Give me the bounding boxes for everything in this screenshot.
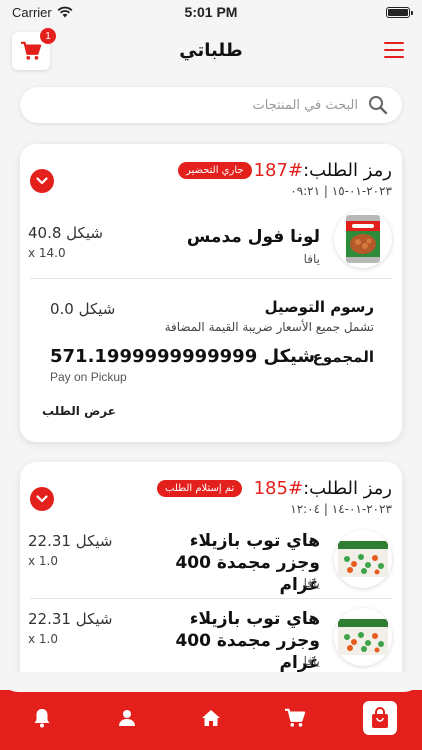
search-input[interactable]	[34, 97, 368, 113]
nav-profile[interactable]	[110, 701, 144, 735]
product-price: 22.31 شيكل	[28, 532, 113, 550]
frozen-veg-bag-icon	[338, 619, 388, 655]
payment-method: Pay on Pickup	[50, 370, 127, 384]
order-code: رمز الطلب:#185	[254, 478, 392, 499]
expand-order-button[interactable]	[30, 169, 54, 193]
product-price: 22.31 شيكل	[28, 610, 113, 628]
product-image	[334, 608, 392, 666]
product-name: لونا فول مدمس	[186, 227, 320, 247]
order-number: #185	[253, 478, 304, 499]
order-date: ٢٠٢٣-٠١-١٥ | ٠٩:٢١	[290, 184, 392, 198]
product-origin: يافا	[303, 654, 320, 668]
total-value: 571.1999999999999 شيكل	[50, 346, 316, 367]
nav-cart[interactable]	[278, 701, 312, 735]
order-date: ٢٠٢٣-٠١-١٤ | ١٢:٠٤	[290, 502, 392, 516]
divider	[30, 278, 392, 279]
cart-icon	[285, 708, 306, 727]
expand-order-button[interactable]	[30, 487, 54, 511]
order-code-label: رمز الطلب:	[303, 478, 392, 499]
shopping-bag-icon	[371, 707, 388, 728]
status-bar: Carrier 5:01 PM	[0, 0, 422, 24]
menu-icon[interactable]	[384, 42, 404, 58]
bottom-nav	[0, 690, 422, 750]
delivery-fee-value: 0.0 شيكل	[50, 300, 116, 318]
order-status-badge: جاري التحضير	[178, 162, 252, 179]
product-image	[334, 210, 392, 268]
product-quantity: x 14.0	[28, 246, 66, 260]
user-icon	[118, 710, 135, 726]
order-code-label: رمز الطلب:	[303, 160, 392, 181]
order-card: رمز الطلب:#187 ٢٠٢٣-٠١-١٥ | ٠٩:٢١ جاري ا…	[20, 144, 402, 442]
page-title: طلباتي	[179, 40, 243, 61]
product-origin: يافا	[303, 576, 320, 590]
order-code: رمز الطلب:#187	[254, 160, 392, 181]
product-quantity: x 1.0	[28, 632, 58, 646]
content-bottom-edge	[0, 672, 422, 692]
product-image	[334, 530, 392, 588]
order-item[interactable]: لونا فول مدمس يافا 40.8 شيكل x 14.0	[20, 206, 402, 274]
nav-orders[interactable]	[362, 701, 397, 735]
clock: 5:01 PM	[184, 4, 238, 20]
can-image-icon	[346, 215, 380, 263]
frozen-veg-bag-icon	[338, 541, 388, 577]
bell-icon	[34, 709, 50, 728]
home-icon	[201, 710, 220, 726]
product-price: 40.8 شيكل	[28, 224, 103, 242]
order-card: رمز الطلب:#185 ٢٠٢٣-٠١-١٤ | ١٢:٠٤ تم إست…	[20, 462, 402, 702]
search-bar	[20, 87, 402, 123]
total-label: المجموع	[312, 348, 374, 366]
chevron-down-icon	[36, 495, 48, 503]
battery-icon	[386, 6, 413, 18]
delivery-fee-label: رسوم التوصيل	[264, 298, 374, 316]
product-name: هاي توب بازيلاء وجزر مجمدة 400 غرام	[175, 531, 320, 595]
product-quantity: x 1.0	[28, 554, 58, 568]
order-item[interactable]: هاي توب بازيلاء وجزر مجمدة 400 غرام يافا…	[20, 526, 402, 595]
app-header: 1 طلباتي	[0, 28, 422, 72]
order-item[interactable]: هاي توب بازيلاء وجزر مجمدة 400 غرام يافا…	[20, 604, 402, 673]
nav-home[interactable]	[194, 701, 228, 735]
product-origin: يافا	[303, 252, 320, 266]
view-order-link[interactable]: عرض الطلب	[42, 404, 116, 418]
divider	[30, 598, 392, 599]
search-icon	[369, 96, 388, 115]
chevron-down-icon	[36, 177, 48, 185]
product-name: هاي توب بازيلاء وجزر مجمدة 400 غرام	[175, 609, 320, 673]
order-status-badge: تم إستلام الطلب	[157, 480, 243, 497]
order-number: #187	[253, 160, 304, 181]
vat-note: تشمل جميع الأسعار ضريبة القيمة المضافة	[164, 320, 374, 334]
nav-notifications[interactable]	[25, 701, 59, 735]
